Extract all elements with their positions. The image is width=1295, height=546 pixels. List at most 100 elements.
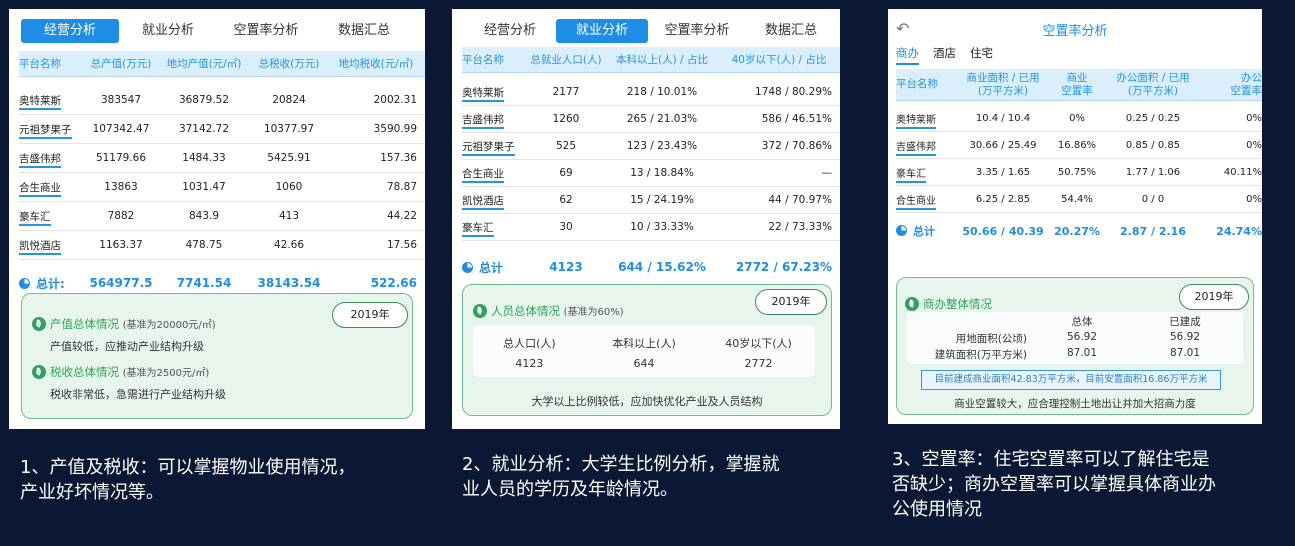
table-cell: 1031.47 (182, 181, 226, 193)
total-tax: 38143.54 (257, 276, 321, 290)
tab-operations[interactable]: 经营分析 (464, 19, 556, 43)
platform-name-link[interactable]: 合生商业 (896, 192, 958, 210)
stat-overall-label: 总体 (1071, 316, 1093, 328)
staff-summary-title: 人员总体情况 (基准为60%) (473, 303, 624, 319)
year-button[interactable]: 2019年 (332, 302, 408, 328)
table-cell: 40.11% (1223, 166, 1262, 178)
table-cell: 1484.33 (182, 152, 226, 164)
table-cell: 265 / 21.03% (626, 113, 698, 125)
commercial-stats-card: 总体 已建成 用地面积(公顷) 56.92 56.92 建筑面积(万平方米) 8… (907, 312, 1243, 364)
platform-name-link[interactable]: 元祖梦果子 (462, 139, 526, 156)
subtab-commercial-office[interactable]: 商办 (896, 45, 919, 65)
platform-name-link[interactable]: 奥特莱斯 (19, 93, 85, 110)
commercial-summary-text: 商业空置较大，应合理控制土地出让并加大招商力度 (954, 398, 1196, 410)
table-cell: 1260 (552, 113, 580, 125)
stat-total-label: 总人口(人) (503, 337, 556, 350)
table-cell: 843.9 (188, 210, 220, 222)
caption-operations: 1、产值及税收：可以掌握物业使用情况， 产业好坏情况等。 (20, 457, 356, 503)
table-row: 奥特莱斯 10.4 / 10.4 0% 0.25 / 0.25 0% (896, 105, 1262, 132)
total-office-vacancy: 24.74% (1216, 224, 1262, 238)
total-label: 总计 (462, 259, 526, 276)
platform-name-link[interactable]: 豪车汇 (462, 220, 526, 237)
table-cell: 2177 (552, 86, 580, 98)
total-label: 总计: (19, 275, 85, 292)
table-cell: 22 / 73.33% (768, 221, 832, 233)
stat-total-value: 4123 (515, 357, 544, 370)
tab-bar: 经营分析 就业分析 空置率分析 数据汇总 (9, 18, 425, 44)
col-office-area: 办公面积 / 已用 (万平方米) (1116, 71, 1190, 97)
table-cell: 0% (1246, 112, 1262, 124)
platform-name-link[interactable]: 豪车汇 (896, 165, 958, 183)
platform-name-link[interactable]: 吉盛伟邦 (896, 138, 958, 156)
table-cell: 7882 (107, 210, 135, 222)
table-cell: 5425.91 (267, 152, 311, 164)
table-row: 元祖梦果子 525 123 / 23.43% 372 / 70.86% (462, 133, 840, 160)
table-cell: 15 / 24.19% (630, 194, 694, 206)
stat-bachelor-value: 644 (633, 357, 655, 370)
table-cell: 3590.99 (373, 123, 417, 135)
table-cell: 13863 (104, 181, 138, 193)
platform-name-link[interactable]: 奥特莱斯 (896, 111, 958, 129)
total-row: 总计 50.66 / 40.39 20.27% 2.87 / 2.16 24.7… (896, 221, 1262, 241)
platform-name-link[interactable]: 合生商业 (462, 166, 526, 183)
tab-vacancy[interactable]: 空置率分析 (217, 19, 315, 43)
operations-analysis-panel: 经营分析 就业分析 空置率分析 数据汇总 平台名称 总产值(万元) 地均产值(元… (9, 9, 425, 429)
platform-name-link[interactable]: 吉盛伟邦 (19, 151, 85, 168)
year-button[interactable]: 2019年 (1179, 284, 1249, 310)
leaf-icon (473, 304, 487, 318)
col-output-per-area: 地均产值(元/㎡) (166, 58, 242, 70)
table-cell: 44 / 70.97% (768, 194, 832, 206)
tab-employment[interactable]: 就业分析 (119, 19, 217, 43)
platform-name-link[interactable]: 凯悦酒店 (462, 193, 526, 210)
table-cell: 1163.37 (99, 239, 143, 251)
stat-land-area-overall: 56.92 (1066, 331, 1098, 343)
tab-summary[interactable]: 数据汇总 (315, 19, 413, 43)
table-cell: 123 / 23.43% (626, 140, 698, 152)
table-cell: 13 / 18.84% (630, 167, 694, 179)
table-cell: 2002.31 (373, 94, 417, 106)
pie-chart-icon (462, 261, 473, 273)
table-cell: 42.66 (273, 239, 305, 251)
year-button[interactable]: 2019年 (755, 289, 827, 315)
table-cell: 413 (278, 210, 300, 222)
table-header: 平台名称 商业面积 / 已用 (万平方米) 商业 空置率 办公面积 / 已用 (万平方… (896, 69, 1262, 101)
platform-name-link[interactable]: 吉盛伟邦 (462, 112, 526, 129)
total-output-per-area: 7741.54 (176, 276, 232, 290)
table-cell: 62 (559, 194, 573, 206)
table-cell: 1748 / 80.29% (755, 86, 832, 98)
subtab-residential[interactable]: 住宅 (970, 45, 993, 65)
platform-name-link[interactable]: 元祖梦果子 (19, 122, 85, 139)
col-platform: 平台名称 (896, 78, 938, 90)
tab-operations[interactable]: 经营分析 (21, 19, 119, 43)
output-summary-title: 产值总体情况 (基准为20000元/㎡) (32, 316, 216, 332)
col-total-employment: 总就业人口(人) (530, 54, 602, 66)
table-cell: 525 (555, 140, 577, 152)
platform-name-link[interactable]: 合生商业 (19, 180, 85, 197)
table-cell: 10.4 / 10.4 (975, 112, 1031, 124)
col-tax-per-area: 地均税收(元/㎡) (338, 58, 414, 70)
table-cell: 16.86% (1057, 139, 1097, 151)
tab-summary[interactable]: 数据汇总 (746, 19, 836, 43)
platform-name-link[interactable]: 豪车汇 (19, 209, 85, 226)
tab-employment[interactable]: 就业分析 (556, 19, 648, 43)
table-row: 奥特莱斯 2177 218 / 10.01% 1748 / 80.29% (462, 79, 840, 106)
col-total-tax: 总税收(万元) (258, 58, 320, 70)
tax-summary-title: 税收总体情况 (基准为2500元/㎡) (32, 364, 209, 380)
platform-name-link[interactable]: 奥特莱斯 (462, 85, 526, 102)
total-office-area: 2.87 / 2.16 (1120, 224, 1186, 238)
total-row: 总计 4123 644 / 15.62% 2772 / 67.23% (462, 257, 840, 277)
tab-vacancy[interactable]: 空置率分析 (648, 19, 746, 43)
platform-name-link[interactable]: 凯悦酒店 (19, 238, 85, 255)
table-cell: 50.75% (1057, 166, 1097, 178)
table-row: 元祖梦果子 107342.47 37142.72 10377.97 3590.99 (19, 115, 425, 144)
table-row: 合生商业 69 13 / 18.84% — (462, 160, 840, 187)
table-cell: 0% (1069, 112, 1085, 124)
table-row: 豪车汇 3.35 / 1.65 50.75% 1.77 / 1.06 40.11% (896, 159, 1262, 186)
col-total-output: 总产值(万元) (90, 58, 152, 70)
table-row: 凯悦酒店 62 15 / 24.19% 44 / 70.97% (462, 187, 840, 214)
table-cell: 107342.47 (92, 123, 150, 135)
total-under-40: 2772 / 67.23% (735, 260, 832, 274)
caption-vacancy: 3、空置率：住宅空置率可以了解住宅是 否缺少；商办空置率可以掌握具体商业办 公使… (892, 449, 1216, 520)
subtab-hotel[interactable]: 酒店 (933, 45, 956, 65)
table-header: 平台名称 总产值(万元) 地均产值(元/㎡) 总税收(万元) 地均税收(元/㎡) (19, 51, 425, 77)
